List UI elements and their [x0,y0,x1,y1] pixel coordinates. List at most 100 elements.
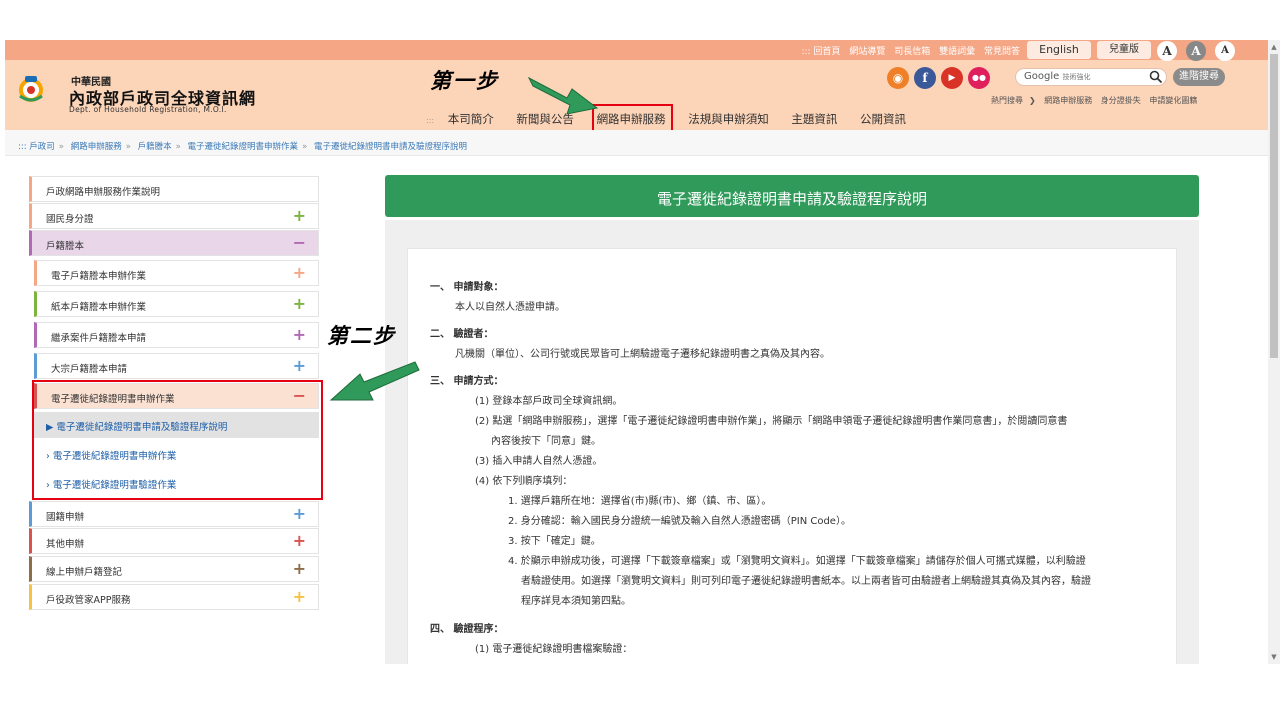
section-text: (3) 插入申請人自然人憑證。 [475,456,603,467]
moi-emblem-icon[interactable] [16,74,46,104]
glossary-link[interactable]: 雙語詞彙 [939,47,975,57]
scrollbar-thumb[interactable] [1270,54,1278,358]
green-arrow-icon [329,361,420,401]
plus-icon: + [292,531,306,550]
breadcrumb: ::: 戶政司» 網路申辦服務» 戶籍謄本» 電子遷徙紀錄證明書申辦作業» 電子… [18,142,467,152]
highlight-box-sidebar [32,380,323,500]
facebook-icon[interactable]: f [914,67,936,89]
font-size-large-button[interactable]: A [1157,41,1177,61]
sidebar-item-nationality[interactable]: 國籍申辦 + [29,501,319,527]
advanced-search-button[interactable]: 進階搜尋 [1173,68,1225,86]
main-navigation: ::: 本司簡介 新聞與公告 網路申辦服務 法規與申辦須知 主題資訊 公開資訊 [426,111,925,127]
sidebar-item-guide[interactable]: 戶政網路申辦服務作業說明 [29,176,319,202]
page-title: 電子遷徙紀錄證明書申請及驗證程序說明 [656,190,927,208]
rss-icon[interactable]: ◉ [887,67,909,89]
sidebar-item-paper-transcript[interactable]: 紙本戶籍謄本申辦作業 + [34,291,319,317]
sidebar-item-label: 紙本戶籍謄本申辦作業 [51,302,147,313]
search-placeholder: Google [1024,71,1060,82]
nav-regulations[interactable]: 法規與申辦須知 [688,111,769,127]
section-heading: 二、 驗證者： [430,329,494,340]
sidebar-item-label: 戶籍謄本 [46,241,85,252]
plus-icon: + [292,587,306,606]
sitemap-link[interactable]: 網站導覽 [849,47,885,57]
sidebar-item-household-transcript[interactable]: 戶籍謄本 − [29,230,319,256]
scroll-down-icon[interactable]: ▼ [1270,652,1278,662]
step2-annotation: 第二步 [327,323,396,348]
sidebar-item-online-registration[interactable]: 線上申辦戶籍登記 + [29,556,319,582]
section-text: 者驗證使用。如選擇「瀏覽明文資料」則可列印電子遷徙紀錄證明書紙本。以上兩者皆可由… [521,576,1091,587]
sidebar-item-e-transcript[interactable]: 電子戶籍謄本申辦作業 + [34,260,319,286]
breadcrumb-item[interactable]: 網路申辦服務 [71,142,122,152]
browser-viewport: ::: 回首頁 網站導覽 司長信箱 雙語詞彙 常見問答 English 兒童版 … [5,40,1270,664]
english-button[interactable]: English [1027,41,1091,59]
sidebar-item-label: 其他申辦 [46,539,85,550]
scroll-up-icon[interactable]: ▲ [1270,42,1278,52]
accesskey-dots[interactable]: ::: [426,116,434,125]
font-size-medium-button[interactable]: A [1186,41,1206,61]
chevron-right-icon: ❯ [1029,96,1036,105]
section-text: 凡機關（單位）、公司行號或民眾皆可上網驗證電子遷移紀錄證明書之真偽及其內容。 [455,349,830,360]
section-text: (4) 依下列順序填列： [475,476,573,487]
plus-icon: + [292,294,306,313]
nav-about[interactable]: 本司簡介 [448,111,494,127]
hot-searches: 熱門搜尋 ❯ 網路申辦服務 身分證掛失 申請變化圖籍 [991,95,1203,106]
sidebar-item-label: 電子戶籍謄本申辦作業 [51,271,147,282]
plus-icon: + [292,356,306,375]
sidebar-item-inheritance-transcript[interactable]: 繼承案件戶籍謄本申請 + [34,322,319,348]
search-placeholder-sub: 技術強化 [1062,73,1091,81]
sidebar-item-other[interactable]: 其他申辦 + [29,528,319,554]
hot-search-item[interactable]: 網路申辦服務 [1044,96,1092,105]
nav-public-info[interactable]: 公開資訊 [860,111,906,127]
section-text: 4. 於顯示申辦成功後，可選擇「下載簽章檔案」或「瀏覽明文資料」。如選擇「下載簽… [508,556,1086,567]
sidebar-item-label: 國民身分證 [46,214,94,225]
section-text: 程序詳見本須知第四點。 [521,596,631,607]
section-heading: 四、 驗證程序： [430,624,504,635]
font-size-small-button[interactable]: A [1215,41,1235,61]
hot-search-item[interactable]: 申請變化圖籍 [1149,96,1197,105]
vertical-scrollbar[interactable]: ▲ ▼ [1268,40,1280,664]
breadcrumb-item[interactable]: 電子遷徙紀錄證明書申辦作業 [188,142,299,152]
plus-icon: + [292,325,306,344]
section-text: 本人以自然人憑證申請。 [455,302,565,313]
green-arrow-icon [527,76,599,115]
plus-icon: + [292,206,306,225]
sidebar-item-bulk-transcript[interactable]: 大宗戶籍謄本申請 + [34,353,319,379]
section-text: (1) 登錄本部戶政司全球資訊網。 [475,396,623,407]
director-mailbox-link[interactable]: 司長信箱 [894,47,930,57]
section-text: 3. 按下「確定」鍵。 [508,536,601,547]
search-input[interactable]: Google 技術強化 [1015,68,1167,86]
faq-link[interactable]: 常見問答 [984,47,1020,57]
nav-news[interactable]: 新聞與公告 [516,111,574,127]
sidebar-item-label: 戶役政管家APP服務 [46,595,131,606]
sidebar-item-label: 戶政網路申辦服務作業說明 [46,187,161,198]
section-text: 內容後按下「同意」鍵。 [491,436,601,447]
section-heading: 一、 申請對象： [430,282,504,293]
top-utility-bar: ::: 回首頁 網站導覽 司長信箱 雙語詞彙 常見問答 English 兒童版 … [5,40,1270,61]
breadcrumb-item[interactable]: 戶籍謄本 [138,142,172,152]
kids-version-button[interactable]: 兒童版 [1097,41,1151,59]
nav-topics[interactable]: 主題資訊 [791,111,837,127]
sidebar-item-app[interactable]: 戶役政管家APP服務 + [29,584,319,610]
search-icon[interactable] [1148,69,1164,85]
plus-icon: + [292,263,306,282]
minus-icon: − [292,233,306,252]
utility-links: ::: 回首頁 網站導覽 司長信箱 雙語詞彙 常見問答 [795,44,1020,57]
sidebar-item-label: 線上申辦戶籍登記 [46,567,123,578]
section-text: 2. 身分確認：輸入國民身分證統一編號及輸入自然人憑證密碼（PIN Code）。 [508,516,851,527]
breadcrumb-item[interactable]: ::: 戶政司 [18,142,55,152]
home-link[interactable]: ::: 回首頁 [801,47,840,57]
flickr-icon[interactable]: ●● [968,67,990,89]
section-text: (1) 電子遷徙紀錄證明書檔案驗證： [475,644,633,655]
sidebar-item-label: 國籍申辦 [46,512,85,523]
youtube-icon[interactable]: ▶ [941,67,963,89]
breadcrumb-item[interactable]: 電子遷徙紀錄證明書申請及驗證程序說明 [314,142,467,152]
section-text: (2) 點選「網路申辦服務」，選擇「電子遷徙紀錄證明書申辦作業」，將顯示「網路申… [475,416,1068,427]
plus-icon: + [292,504,306,523]
sidebar-item-id-card[interactable]: 國民身分證 + [29,203,319,229]
sidebar-item-label: 繼承案件戶籍謄本申請 [51,333,147,344]
hot-search-item[interactable]: 身分證掛失 [1101,96,1141,105]
logo-english: Dept. of Household Registration, M.O.I. [69,105,227,114]
sidebar-item-label: 大宗戶籍謄本申請 [51,364,128,375]
plus-icon: + [292,559,306,578]
step1-annotation: 第一步 [430,68,499,93]
